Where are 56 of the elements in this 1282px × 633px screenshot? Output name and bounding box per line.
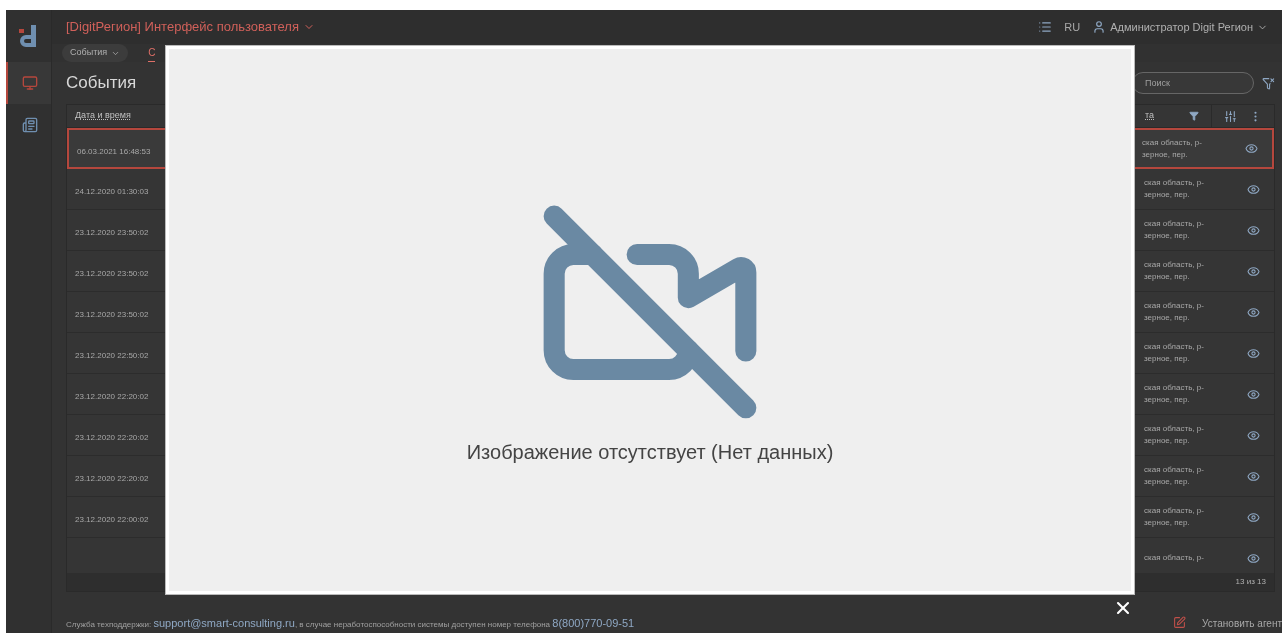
table-cell: 06.03.2021 16:48:53 bbox=[77, 146, 151, 156]
table-cell-text: ская область, р- зерное, пер. bbox=[1144, 382, 1205, 406]
eye-icon[interactable] bbox=[1246, 305, 1260, 319]
table-cell-text: ская область, р- зерное, пер. bbox=[1144, 218, 1205, 242]
eye-icon[interactable] bbox=[1246, 223, 1260, 237]
table-cell-text: ская область, р- bbox=[1144, 552, 1205, 564]
eye-icon[interactable] bbox=[1246, 469, 1260, 483]
user-name[interactable]: Администратор Digit Регион bbox=[1110, 18, 1253, 36]
tab-dropdown[interactable]: События bbox=[62, 44, 129, 62]
table-cell: 23.12.2020 22:20:02 bbox=[75, 392, 149, 401]
table-cell: 23.12.2020 23:50:02 bbox=[75, 310, 149, 319]
eye-icon[interactable] bbox=[1246, 510, 1260, 524]
eye-icon[interactable] bbox=[1246, 264, 1260, 278]
table-cell-text: ская область, р- зерное, пер. bbox=[1144, 505, 1205, 529]
eye-icon[interactable] bbox=[1246, 182, 1260, 196]
user-icon bbox=[1092, 20, 1107, 34]
table-cell: 23.12.2020 22:20:02 bbox=[75, 433, 149, 442]
install-agent-button[interactable]: Установить агент bbox=[1202, 616, 1282, 631]
tab[interactable]: С bbox=[148, 44, 156, 62]
table-cell: 23.12.2020 23:50:02 bbox=[75, 228, 149, 237]
language-selector[interactable]: RU bbox=[1064, 18, 1081, 36]
list-icon bbox=[21, 117, 38, 133]
filter-clear-icon[interactable] bbox=[1262, 76, 1275, 90]
column-header[interactable]: Дата и время bbox=[67, 109, 167, 123]
column-header[interactable]: та bbox=[1145, 109, 1189, 123]
support-text: Служба техподдержки: support@smart-consulting.ru, в случае неработоспособности системы доступен номер телефона 8(800)770-09-51 bbox=[66, 615, 635, 631]
logo-icon bbox=[18, 25, 39, 47]
phone-number: 8(800)770-09-51 bbox=[552, 616, 635, 629]
table-cell-text: ская область, р- зерное, пер. bbox=[1144, 423, 1205, 447]
pagination-count: 13 из 13 bbox=[1235, 576, 1266, 588]
table-cell-text: ская область, р- зерное, пер. bbox=[1142, 136, 1203, 161]
table-cell-text: ская область, р- зерное, пер. bbox=[1144, 300, 1205, 324]
app-title[interactable]: [DigitРегион] Интерфейс пользователя bbox=[66, 17, 299, 37]
list-icon[interactable] bbox=[1038, 20, 1053, 34]
edit-icon bbox=[1173, 616, 1187, 629]
table-cell-text: ская область, р- зерное, пер. bbox=[1144, 341, 1205, 365]
column-settings-icon[interactable] bbox=[1224, 109, 1237, 123]
filter-icon[interactable] bbox=[1189, 111, 1199, 121]
eye-icon[interactable] bbox=[1244, 142, 1258, 155]
eye-icon[interactable] bbox=[1246, 551, 1260, 565]
table-cell: 24.12.2020 01:30:03 bbox=[75, 187, 149, 196]
table-cell: 23.12.2020 22:00:02 bbox=[75, 515, 149, 524]
eye-icon[interactable] bbox=[1246, 346, 1260, 360]
page-heading: События bbox=[66, 72, 137, 95]
email-link[interactable]: support@smart-consulting.ru bbox=[153, 616, 295, 629]
table-cell-text: ская область, р- зерное, пер. bbox=[1144, 177, 1205, 201]
table-cell-text: ская область, р- зерное, пер. bbox=[1144, 464, 1205, 488]
eye-icon[interactable] bbox=[1246, 428, 1260, 442]
table-cell-text: ская область, р- зерное, пер. bbox=[1144, 259, 1205, 283]
table-cell: 23.12.2020 23:50:02 bbox=[75, 269, 149, 278]
eye-icon[interactable] bbox=[1246, 387, 1260, 401]
table-cell: 23.12.2020 22:50:02 bbox=[75, 351, 149, 360]
no-image-message: Изображение отсутствует (Нет данных) bbox=[466, 440, 834, 465]
search-field[interactable]: Поиск bbox=[1132, 72, 1254, 94]
monitor-icon bbox=[21, 75, 38, 91]
table-cell: 23.12.2020 22:20:02 bbox=[75, 474, 149, 483]
